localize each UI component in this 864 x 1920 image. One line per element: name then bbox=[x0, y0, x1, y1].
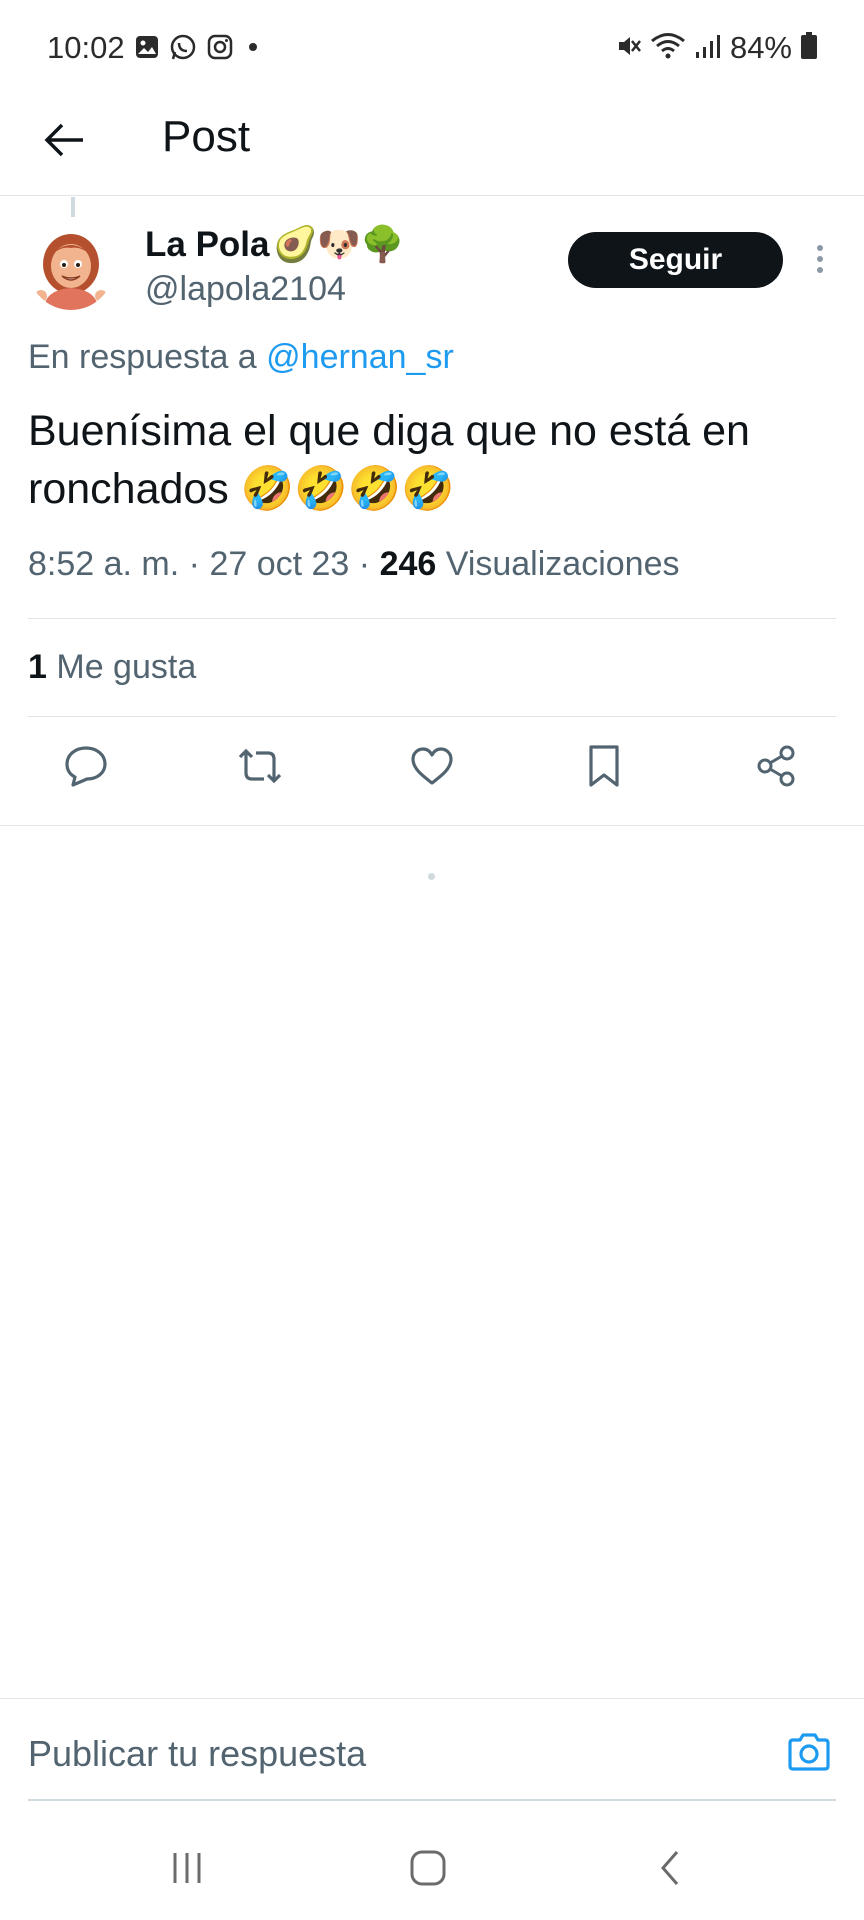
status-notification-icons bbox=[134, 32, 264, 67]
post-date: 27 oct 23 bbox=[209, 545, 350, 583]
divider bbox=[28, 716, 836, 717]
views-count: 246 bbox=[379, 545, 437, 583]
status-bar: 10:02 84% bbox=[0, 0, 864, 96]
home-button[interactable] bbox=[398, 1840, 458, 1900]
whatsapp-icon bbox=[168, 32, 198, 67]
likes-summary[interactable]: 1 Me gusta bbox=[28, 648, 196, 687]
mute-icon bbox=[614, 32, 642, 65]
page-title: Post bbox=[162, 112, 251, 161]
views-label: Visualizaciones bbox=[445, 545, 680, 583]
instagram-icon bbox=[206, 33, 234, 66]
thread-connector-line bbox=[71, 197, 75, 217]
reply-prefix: En respuesta a bbox=[28, 338, 257, 376]
like-heart-icon bbox=[409, 745, 455, 792]
camera-button[interactable] bbox=[784, 1731, 834, 1777]
composer-underline bbox=[28, 1799, 836, 1801]
author-emojis: 🥑🐶🌳 bbox=[273, 225, 405, 264]
share-icon bbox=[754, 744, 798, 793]
retweet-icon bbox=[234, 746, 286, 791]
reply-mention-link[interactable]: @hernan_sr bbox=[266, 338, 454, 376]
back-chevron-icon bbox=[655, 1848, 685, 1893]
more-vertical-icon bbox=[815, 244, 825, 279]
system-nav-bar bbox=[0, 1820, 864, 1920]
back-button[interactable] bbox=[36, 114, 92, 170]
reply-button[interactable] bbox=[58, 740, 114, 796]
post-meta: 8:52 a. m. · 27 oct 23 · 246 Visualizaci… bbox=[28, 545, 679, 584]
status-time: 10:02 bbox=[47, 30, 125, 65]
battery-icon bbox=[800, 31, 818, 66]
home-icon bbox=[408, 1848, 448, 1893]
like-button[interactable] bbox=[404, 740, 460, 796]
top-app-bar: Post bbox=[0, 96, 864, 196]
avatar-illustration bbox=[28, 224, 114, 310]
bookmark-icon bbox=[586, 744, 622, 793]
follow-button[interactable]: Seguir bbox=[568, 232, 783, 288]
divider bbox=[0, 825, 864, 826]
likes-label: Me gusta bbox=[56, 648, 197, 686]
meta-separator: · bbox=[188, 545, 200, 583]
recents-button[interactable] bbox=[157, 1840, 217, 1900]
loading-indicator bbox=[428, 873, 435, 880]
system-back-button[interactable] bbox=[640, 1840, 700, 1900]
signal-icon bbox=[694, 32, 722, 65]
arrow-left-icon bbox=[43, 122, 85, 163]
reply-composer: Publicar tu respuesta bbox=[0, 1698, 864, 1802]
likes-count: 1 bbox=[28, 648, 47, 686]
reply-input[interactable]: Publicar tu respuesta bbox=[28, 1733, 366, 1775]
divider bbox=[28, 618, 836, 619]
post-actions-bar bbox=[0, 740, 864, 804]
status-system-icons: 84% bbox=[614, 30, 818, 66]
author-handle[interactable]: @lapola2104 bbox=[145, 270, 346, 309]
bookmark-button[interactable] bbox=[576, 740, 632, 796]
share-button[interactable] bbox=[748, 740, 804, 796]
more-options-button[interactable] bbox=[800, 238, 840, 284]
avatar[interactable] bbox=[28, 224, 114, 310]
camera-icon bbox=[786, 1732, 832, 1777]
reply-context: En respuesta a @hernan_sr bbox=[28, 338, 454, 377]
notification-dot-icon bbox=[242, 36, 264, 63]
battery-percent: 84% bbox=[729, 30, 792, 65]
meta-separator: · bbox=[358, 545, 371, 583]
gallery-icon bbox=[134, 34, 160, 65]
retweet-button[interactable] bbox=[232, 740, 288, 796]
reply-icon bbox=[63, 744, 109, 793]
post-time: 8:52 a. m. bbox=[28, 545, 180, 583]
author-display-name: La Pola bbox=[145, 224, 270, 264]
author-name[interactable]: La Pola 🥑🐶🌳 bbox=[145, 224, 404, 265]
post-text: Buenísima el que diga que no está en ron… bbox=[28, 407, 750, 513]
recents-icon bbox=[167, 1849, 207, 1892]
wifi-icon bbox=[650, 32, 686, 65]
